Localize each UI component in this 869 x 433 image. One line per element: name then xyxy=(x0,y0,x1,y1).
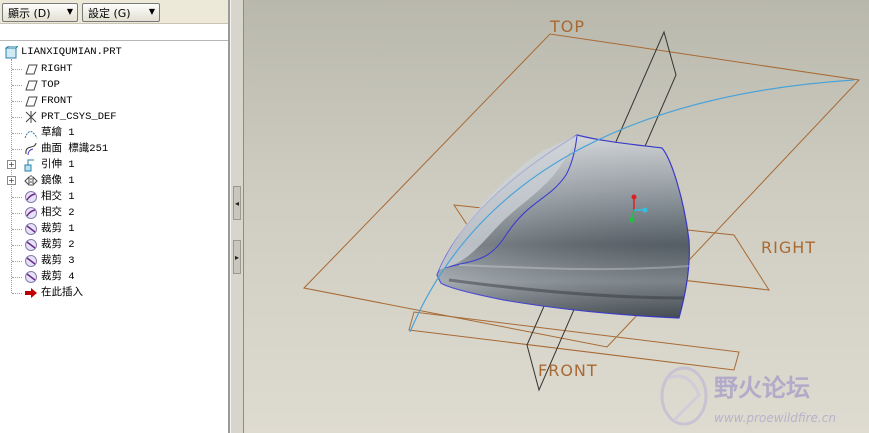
tree-connector-line xyxy=(12,213,22,214)
tree-item-extrude-1[interactable]: + 引伸 1 xyxy=(7,157,75,173)
trim-icon xyxy=(24,222,38,236)
tree-item-label: 裁剪 3 xyxy=(41,255,75,267)
datum-label-top: TOP xyxy=(549,17,585,36)
model-tree-panel: 顯示 (D) ▼ 設定 (G) ▼ LIANXIQUMIAN.PRT RIGHT xyxy=(0,0,230,433)
tree-item-sketch-1[interactable]: 草繪 1 xyxy=(12,125,75,141)
datum-label-front: FRONT xyxy=(538,361,598,380)
tree-item-label: 裁剪 4 xyxy=(41,271,75,283)
mirror-icon xyxy=(24,174,38,188)
tree-connector-line xyxy=(12,69,22,70)
trim-icon xyxy=(24,254,38,268)
settings-menu-button[interactable]: 設定 (G) ▼ xyxy=(82,3,160,22)
tree-root-part[interactable]: LIANXIQUMIAN.PRT xyxy=(4,44,122,60)
tree-item-label: 在此插入 xyxy=(41,287,83,299)
chevron-down-icon: ▼ xyxy=(148,7,155,16)
extrude-icon xyxy=(24,158,38,172)
show-menu-label: 顯示 (D) xyxy=(8,6,51,20)
tree-connector-line xyxy=(12,85,22,86)
tree-item-label: FRONT xyxy=(41,95,73,107)
surface-icon xyxy=(24,142,38,156)
insert-here-arrow-icon xyxy=(24,286,38,300)
tree-item-trim-3[interactable]: 裁剪 3 xyxy=(12,253,75,269)
tree-item-trim-2[interactable]: 裁剪 2 xyxy=(12,237,75,253)
tree-connector-line xyxy=(12,229,22,230)
tree-item-label: TOP xyxy=(41,79,60,91)
watermark-url: www.proewildfire.cn xyxy=(714,411,836,425)
expand-plus-icon[interactable]: + xyxy=(7,176,16,185)
tree-connector-line xyxy=(12,149,22,150)
datum-label-right: RIGHT xyxy=(761,238,816,257)
trim-icon xyxy=(24,270,38,284)
tree-item-front[interactable]: FRONT xyxy=(12,93,73,109)
tree-item-insert-here[interactable]: 在此插入 xyxy=(12,285,83,301)
tree-item-label: 草繪 1 xyxy=(41,127,75,139)
tree-filter-row[interactable] xyxy=(0,24,228,41)
tree-item-label: 裁剪 2 xyxy=(41,239,75,251)
part-icon xyxy=(4,45,18,59)
tree-item-label: 曲面 標識251 xyxy=(41,143,109,155)
model-tree: LIANXIQUMIAN.PRT RIGHT TOP FRONT PRT_CSY… xyxy=(0,42,228,433)
tree-item-mirror-1[interactable]: + 鏡像 1 xyxy=(7,173,75,189)
chevron-down-icon: ▼ xyxy=(66,7,73,16)
tree-connector-line xyxy=(12,245,22,246)
tree-item-top[interactable]: TOP xyxy=(12,77,60,93)
model-graphics: TOP RIGHT FRONT 野火论坛 www.proewildfire.cn xyxy=(302,17,861,426)
panel-splitter[interactable]: ◂ ▸ xyxy=(230,0,244,433)
tree-item-right[interactable]: RIGHT xyxy=(12,61,73,77)
expand-right-arrow-icon[interactable]: ▸ xyxy=(233,240,241,274)
tree-item-csys[interactable]: PRT_CSYS_DEF xyxy=(12,109,117,125)
forum-watermark-logo: 野火论坛 www.proewildfire.cn xyxy=(660,366,836,426)
show-menu-button[interactable]: 顯示 (D) ▼ xyxy=(2,3,78,22)
tree-item-label: PRT_CSYS_DEF xyxy=(41,111,117,123)
model-tree-toolbar: 顯示 (D) ▼ 設定 (G) ▼ xyxy=(0,0,230,24)
datum-plane-icon xyxy=(24,62,38,76)
intersect-icon xyxy=(24,190,38,204)
datum-plane-icon xyxy=(24,78,38,92)
tree-item-surface[interactable]: 曲面 標識251 xyxy=(12,141,109,157)
tree-item-intersect-2[interactable]: 相交 2 xyxy=(12,205,75,221)
trim-icon xyxy=(24,238,38,252)
tree-item-trim-4[interactable]: 裁剪 4 xyxy=(12,269,75,285)
settings-menu-label: 設定 (G) xyxy=(88,6,131,20)
tree-item-label: 引伸 1 xyxy=(41,159,75,171)
tree-item-label: 裁剪 1 xyxy=(41,223,75,235)
tree-item-label: RIGHT xyxy=(41,63,73,75)
intersect-icon xyxy=(24,206,38,220)
sketch-icon xyxy=(24,126,38,140)
tree-item-label: 鏡像 1 xyxy=(41,175,75,187)
tree-item-intersect-1[interactable]: 相交 1 xyxy=(12,189,75,205)
watermark-title: 野火论坛 xyxy=(714,374,810,402)
collapse-left-arrow-icon[interactable]: ◂ xyxy=(233,186,241,220)
tree-item-label: 相交 2 xyxy=(41,207,75,219)
tree-connector-line xyxy=(12,261,22,262)
tree-connector-line xyxy=(12,293,22,294)
tree-connector-line xyxy=(12,101,22,102)
tree-connector-line xyxy=(12,117,22,118)
expand-plus-icon[interactable]: + xyxy=(7,160,16,169)
tree-connector-line xyxy=(12,197,22,198)
tree-item-trim-1[interactable]: 裁剪 1 xyxy=(12,221,75,237)
tree-connector-line xyxy=(12,133,22,134)
tree-connector-line xyxy=(12,277,22,278)
tree-item-label: 相交 1 xyxy=(41,191,75,203)
datum-plane-icon xyxy=(24,94,38,108)
tree-root-label: LIANXIQUMIAN.PRT xyxy=(21,46,122,58)
graphics-viewport[interactable]: TOP RIGHT FRONT 野火论坛 www.proewildfire.cn xyxy=(244,0,869,433)
csys-icon xyxy=(24,110,38,124)
